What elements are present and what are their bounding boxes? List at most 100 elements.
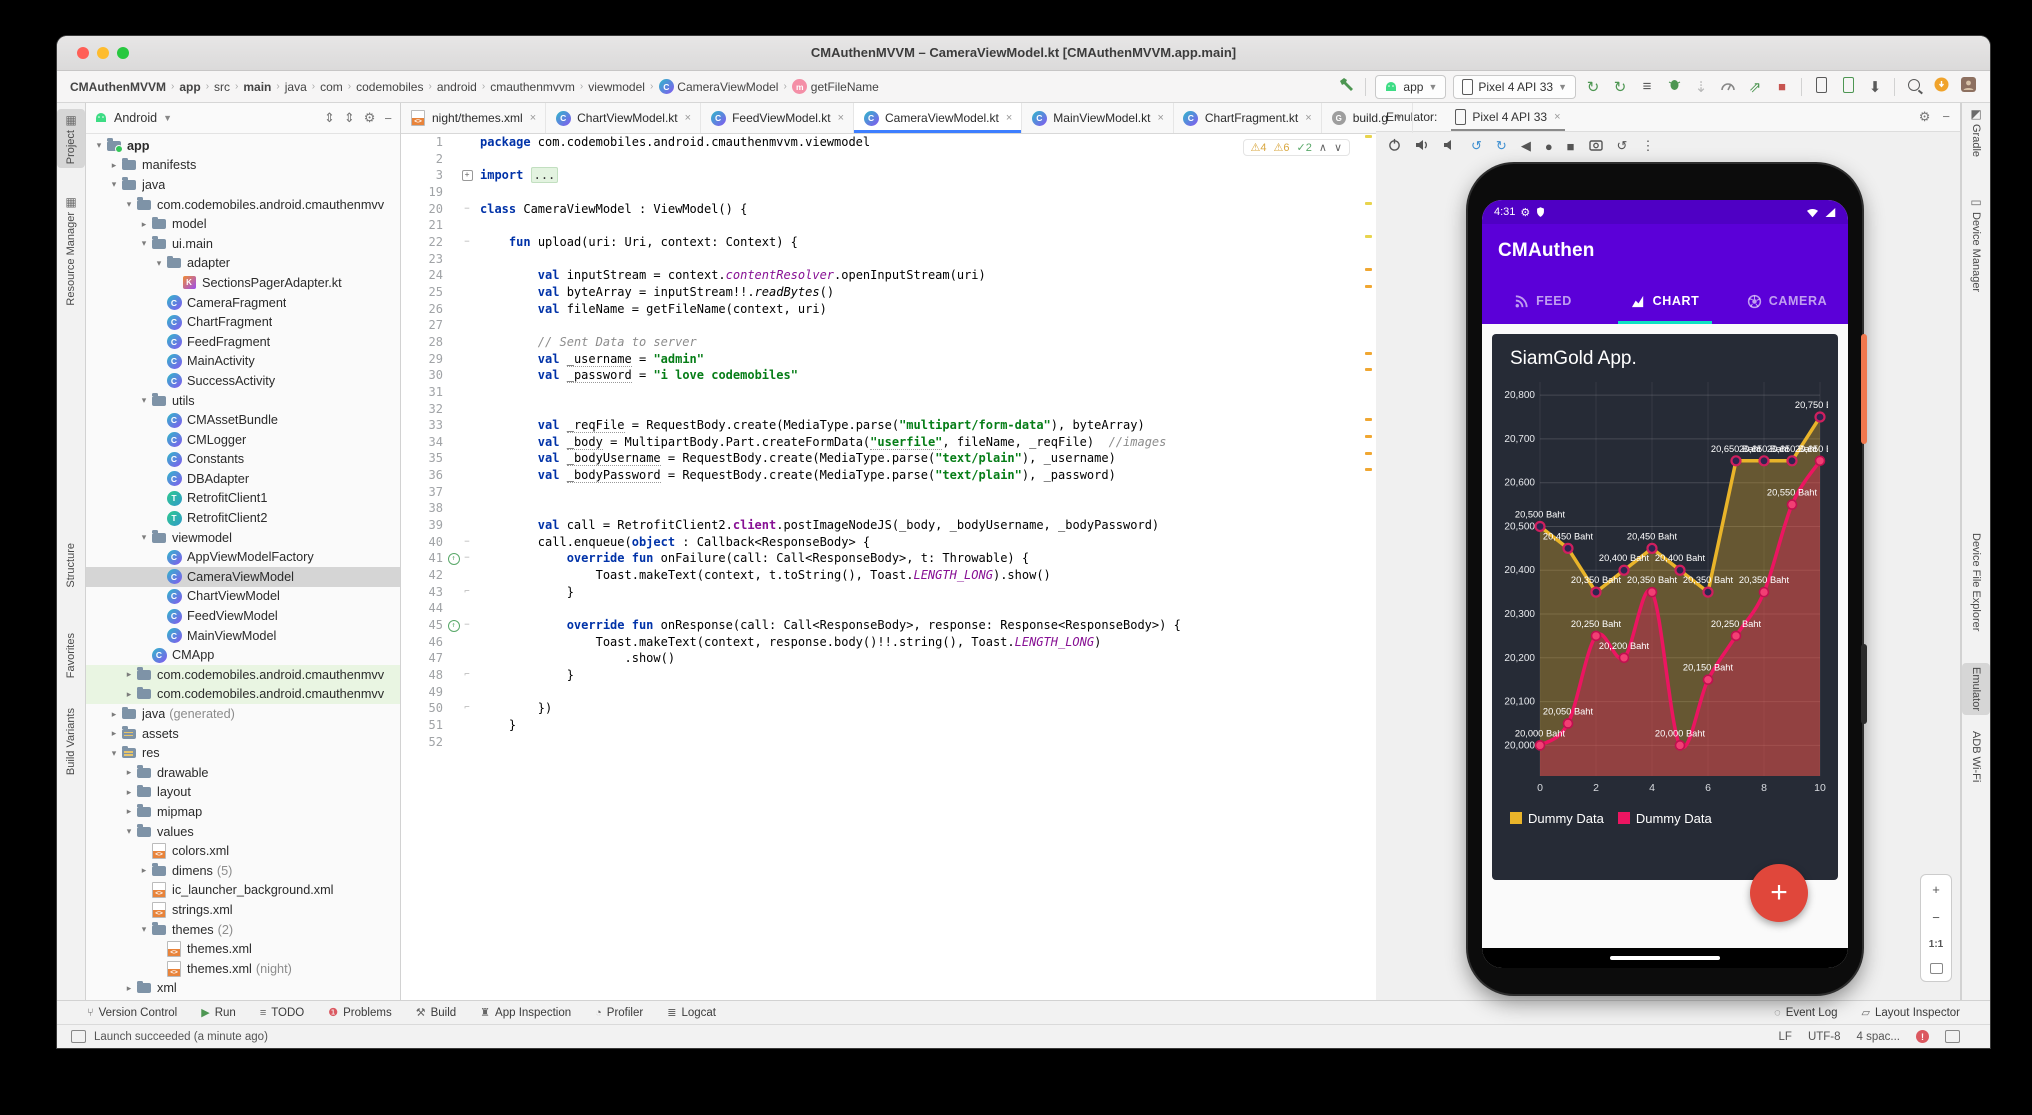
chevron-down-icon[interactable]: ▾	[137, 924, 151, 935]
settings-gear-icon[interactable]: ⚙	[1919, 109, 1931, 125]
phone-tab-camera[interactable]: CAMERA	[1726, 278, 1848, 324]
tree-row[interactable]: CChartViewModel	[86, 587, 400, 607]
chevron-right-icon[interactable]: ▸	[137, 865, 151, 876]
fold-icon[interactable]: −	[460, 534, 474, 551]
breadcrumb-item[interactable]: java	[285, 80, 307, 94]
close-window-button[interactable]	[77, 47, 89, 59]
tree-row[interactable]: ▾viewmodel	[86, 528, 400, 548]
fold-icon[interactable]: +	[460, 167, 474, 184]
phone-tab-feed[interactable]: FEED	[1482, 278, 1604, 324]
tree-row[interactable]: TRetrofitClient2	[86, 508, 400, 528]
code-area[interactable]: 1package com.codemobiles.android.cmauthe…	[401, 134, 1376, 1000]
next-issue-icon[interactable]: ∨	[1334, 141, 1342, 154]
editor-tab-chartfragment-kt[interactable]: CChartFragment.kt×	[1174, 103, 1322, 133]
tree-row[interactable]: CCMLogger	[86, 430, 400, 450]
screenshot-icon[interactable]	[1589, 139, 1603, 154]
toolwindow-icon[interactable]	[71, 1030, 86, 1043]
close-icon[interactable]: ×	[1157, 112, 1163, 124]
breadcrumb-item[interactable]: mgetFileName	[792, 79, 879, 95]
zoom-in-button[interactable]: +	[1932, 882, 1940, 897]
tree-row[interactable]: ▾values	[86, 822, 400, 842]
status-item[interactable]: 4 spac...	[1857, 1031, 1900, 1043]
status-item[interactable]: UTF-8	[1808, 1031, 1841, 1043]
chevron-down-icon[interactable]: ▾	[107, 179, 121, 190]
stop-icon[interactable]: ■	[1772, 79, 1792, 94]
update-icon[interactable]	[1931, 77, 1951, 96]
sdk-manager-icon[interactable]: ⬇	[1865, 78, 1885, 96]
tool-strip-structure[interactable]: Structure	[57, 543, 85, 588]
back-icon[interactable]: ◀	[1521, 138, 1531, 154]
rotate-ccw-icon[interactable]: ↺	[1471, 138, 1482, 154]
chevron-down-icon[interactable]: ▼	[1394, 113, 1403, 123]
close-icon[interactable]: ×	[838, 112, 844, 124]
zoom-reset-button[interactable]: 1:1	[1929, 939, 1943, 950]
tree-row[interactable]: ▾adapter	[86, 254, 400, 274]
fold-icon[interactable]: ⌐	[460, 700, 474, 717]
editor-tab-mainviewmodel-kt[interactable]: CMainViewModel.kt×	[1022, 103, 1174, 133]
vol-down-icon[interactable]	[1443, 139, 1457, 154]
chevron-right-icon[interactable]: ▸	[122, 806, 136, 817]
tree-row[interactable]: ▸assets	[86, 724, 400, 744]
chevron-down-icon[interactable]: ▾	[92, 140, 106, 151]
breadcrumb-item[interactable]: CCameraViewModel	[658, 79, 778, 95]
chevron-down-icon[interactable]: ▾	[122, 199, 136, 210]
snapshot-icon[interactable]: ↺	[1617, 138, 1628, 154]
tree-row[interactable]: CConstants	[86, 450, 400, 470]
tool-window-run[interactable]: ▶Run	[201, 1006, 236, 1019]
override-icon[interactable]: ↑	[447, 617, 460, 634]
chevron-right-icon[interactable]: ▸	[107, 728, 121, 739]
chevron-right-icon[interactable]: ▸	[122, 669, 136, 680]
tree-row[interactable]: CCMAssetBundle	[86, 410, 400, 430]
gesture-pill[interactable]	[1610, 956, 1720, 960]
chevron-down-icon[interactable]: ▾	[107, 748, 121, 759]
chevron-down-icon[interactable]: ▾	[152, 258, 166, 269]
close-icon[interactable]: ×	[1305, 112, 1311, 124]
tree-row[interactable]: KSectionsPagerAdapter.kt	[86, 273, 400, 293]
breadcrumb-item[interactable]: android	[437, 80, 477, 94]
tree-row[interactable]: ▸xml	[86, 979, 400, 999]
editor-tab-cameraviewmodel-kt[interactable]: CCameraViewModel.kt×	[854, 103, 1022, 133]
phone-screen[interactable]: 4:31 ⚙ CMAuthen FEEDCHARTCAMERA	[1482, 200, 1848, 968]
chevron-right-icon[interactable]: ▸	[122, 689, 136, 700]
avatar[interactable]	[1958, 77, 1978, 96]
tree-row[interactable]: themes.xml	[86, 939, 400, 959]
apply-changes-icon[interactable]: ↻	[1610, 78, 1630, 96]
project-view-selector[interactable]: Android	[114, 111, 157, 125]
tree-row[interactable]: ▸dimens (5)	[86, 861, 400, 881]
tree-row[interactable]: ▸java (generated)	[86, 704, 400, 724]
tree-row[interactable]: ▸com.codemobiles.android.cmauthenmvv	[86, 685, 400, 705]
chevron-right-icon[interactable]: ▸	[107, 709, 121, 720]
tool-window-profiler[interactable]: ◔Profiler	[595, 1007, 643, 1019]
chevron-right-icon[interactable]: ▸	[107, 160, 121, 171]
vol-up-icon[interactable]	[1415, 139, 1429, 154]
tree-row[interactable]: CMainViewModel	[86, 626, 400, 646]
inspections-widget[interactable]: ⚠4 ⚠6 ✓2 ∧ ∨	[1243, 139, 1350, 156]
tree-row[interactable]: CDBAdapter	[86, 469, 400, 489]
tool-strip-favorites[interactable]: Favorites	[57, 633, 85, 678]
tree-row[interactable]: CMainActivity	[86, 352, 400, 372]
tree-row[interactable]: CChartFragment	[86, 312, 400, 332]
fold-icon[interactable]: ⌐	[460, 667, 474, 684]
phone-tab-chart[interactable]: CHART	[1604, 278, 1726, 324]
tree-row[interactable]: CCMApp	[86, 645, 400, 665]
tree-row[interactable]: strings.xml	[86, 900, 400, 920]
tree-row[interactable]: ▾res	[86, 743, 400, 763]
close-icon[interactable]: ×	[1006, 112, 1012, 124]
fold-icon[interactable]: −	[460, 234, 474, 251]
apply-code-changes-icon[interactable]: ⇣	[1691, 78, 1711, 96]
tool-strip-device-manager[interactable]: ▭Device Manager	[1962, 195, 1990, 292]
rotate-cw-icon[interactable]: ↻	[1496, 138, 1507, 154]
breadcrumb-item[interactable]: CMAuthenMVVM	[70, 80, 166, 94]
minimize-window-button[interactable]	[97, 47, 109, 59]
editor-tab-night-themes-xml[interactable]: night/themes.xml×	[401, 103, 546, 133]
tool-strip-gradle[interactable]: ◩Gradle	[1962, 107, 1990, 157]
hide-panel-icon[interactable]: −	[384, 111, 392, 126]
chevron-right-icon[interactable]: ▸	[122, 767, 136, 778]
tree-row[interactable]: CCameraFragment	[86, 293, 400, 313]
tree-row[interactable]: ▸drawable	[86, 763, 400, 783]
tree-row[interactable]: CCameraViewModel	[86, 567, 400, 587]
tree-row[interactable]: ic_launcher_background.xml	[86, 881, 400, 901]
retry-debug-icon[interactable]: ⇗	[1745, 78, 1765, 96]
breadcrumb-item[interactable]: com	[320, 80, 343, 94]
tree-row[interactable]: ▸manifests	[86, 156, 400, 176]
